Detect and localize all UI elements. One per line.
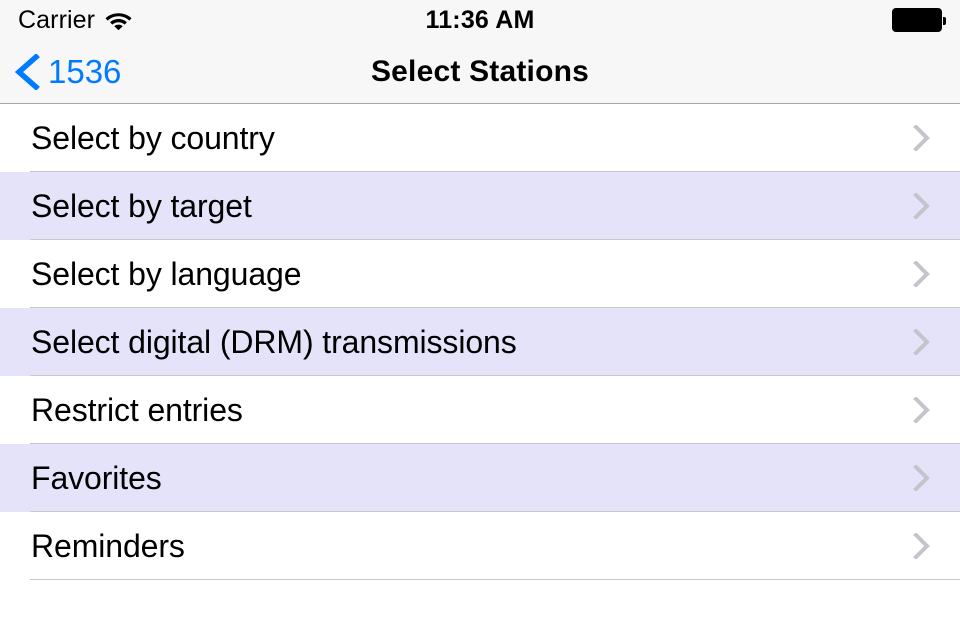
list-item[interactable]: Select by target (0, 172, 960, 240)
page-title: Select Stations (370, 54, 590, 88)
chevron-right-icon (912, 396, 930, 424)
list-item[interactable]: Select by language (0, 240, 960, 308)
status-bar-clock: 11:36 AM (425, 5, 535, 34)
status-bar-right (892, 0, 946, 40)
list-item-label: Select by target (31, 188, 252, 224)
list-item[interactable]: Favorites (0, 444, 960, 512)
list-item[interactable]: Select digital (DRM) transmissions (0, 308, 960, 376)
list-item-label: Select by country (31, 120, 275, 156)
settings-list: Select by country Select by target Select … (0, 104, 960, 640)
app-screen: Carrier 11:36 AM 1536 Select Stations Se… (0, 0, 960, 640)
list-item[interactable]: Select by country (0, 104, 960, 172)
chevron-right-icon (912, 260, 930, 288)
chevron-right-icon (912, 464, 930, 492)
list-item-label: Favorites (31, 460, 162, 496)
list-item-label: Select by language (31, 256, 302, 292)
navigation-bar: 1536 Select Stations (0, 40, 960, 104)
status-bar: Carrier 11:36 AM (0, 0, 960, 40)
list-item[interactable]: Restrict entries (0, 376, 960, 444)
list-separator (30, 579, 960, 580)
chevron-right-icon (912, 328, 930, 356)
chevron-right-icon (912, 124, 930, 152)
chevron-right-icon (912, 192, 930, 220)
chevron-right-icon (912, 532, 930, 560)
list-item-label: Reminders (31, 528, 185, 564)
list-item[interactable]: Reminders (0, 512, 960, 580)
battery-full-icon (892, 8, 946, 32)
list-item-label: Restrict entries (31, 392, 243, 428)
list-item-label: Select digital (DRM) transmissions (31, 324, 517, 360)
